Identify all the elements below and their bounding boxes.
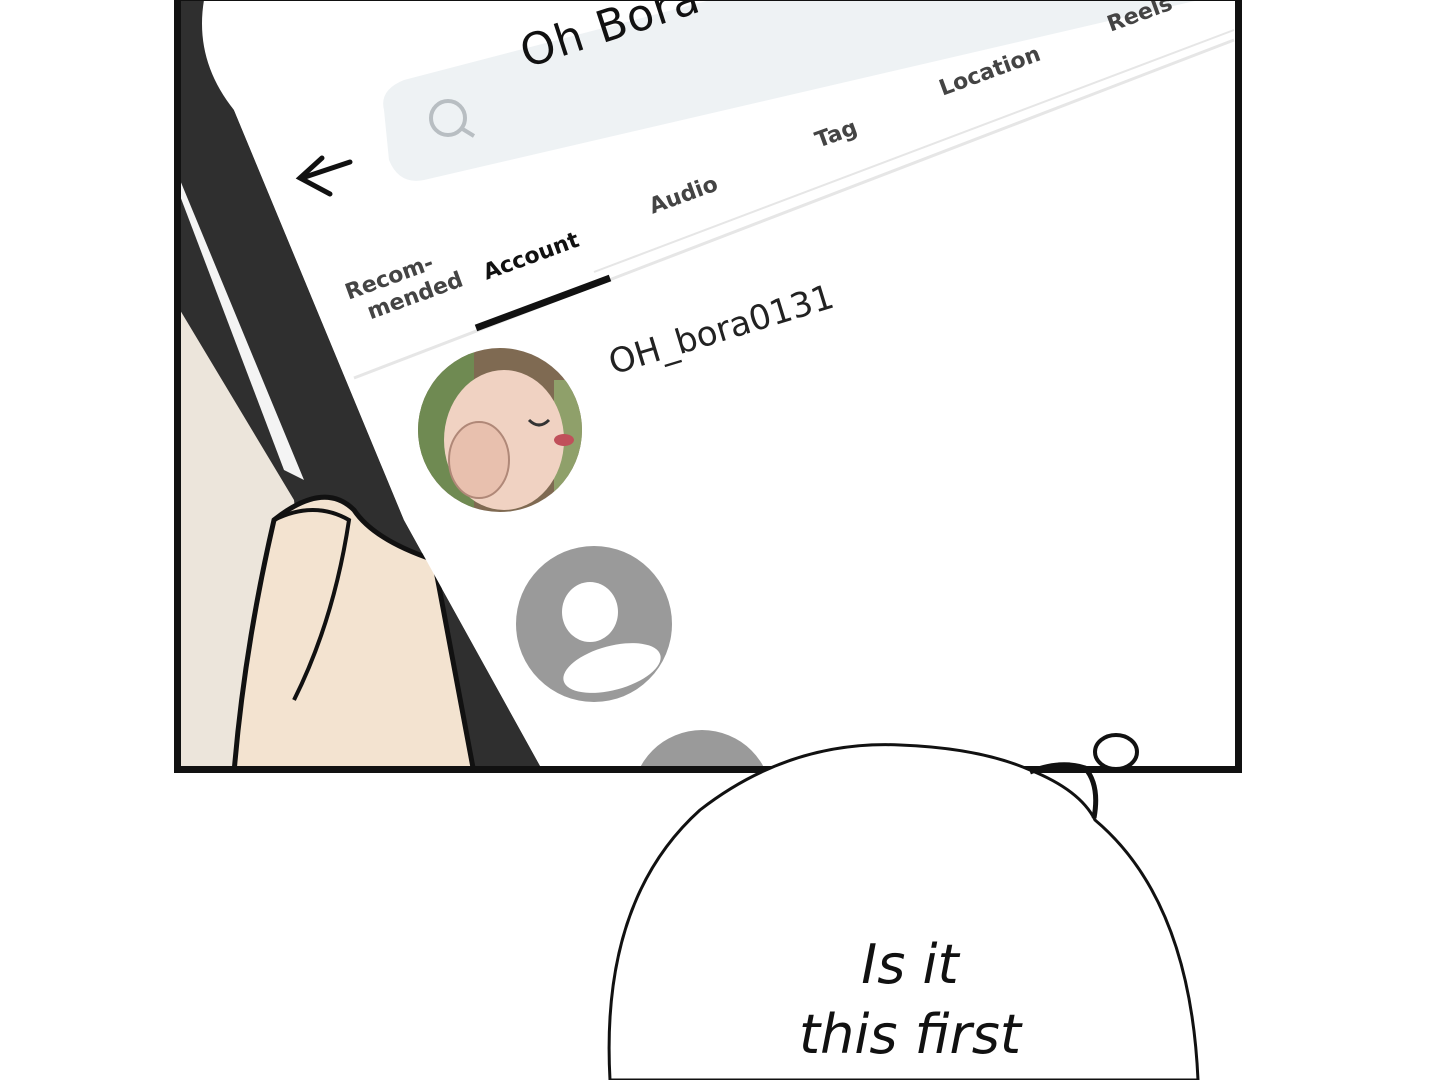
speech-bubble xyxy=(607,733,1200,1080)
speech-bubble-text: Is it this first xyxy=(740,930,1080,1070)
speech-line-2: this first xyxy=(798,1003,1022,1066)
speech-line-1: Is it xyxy=(861,933,959,996)
